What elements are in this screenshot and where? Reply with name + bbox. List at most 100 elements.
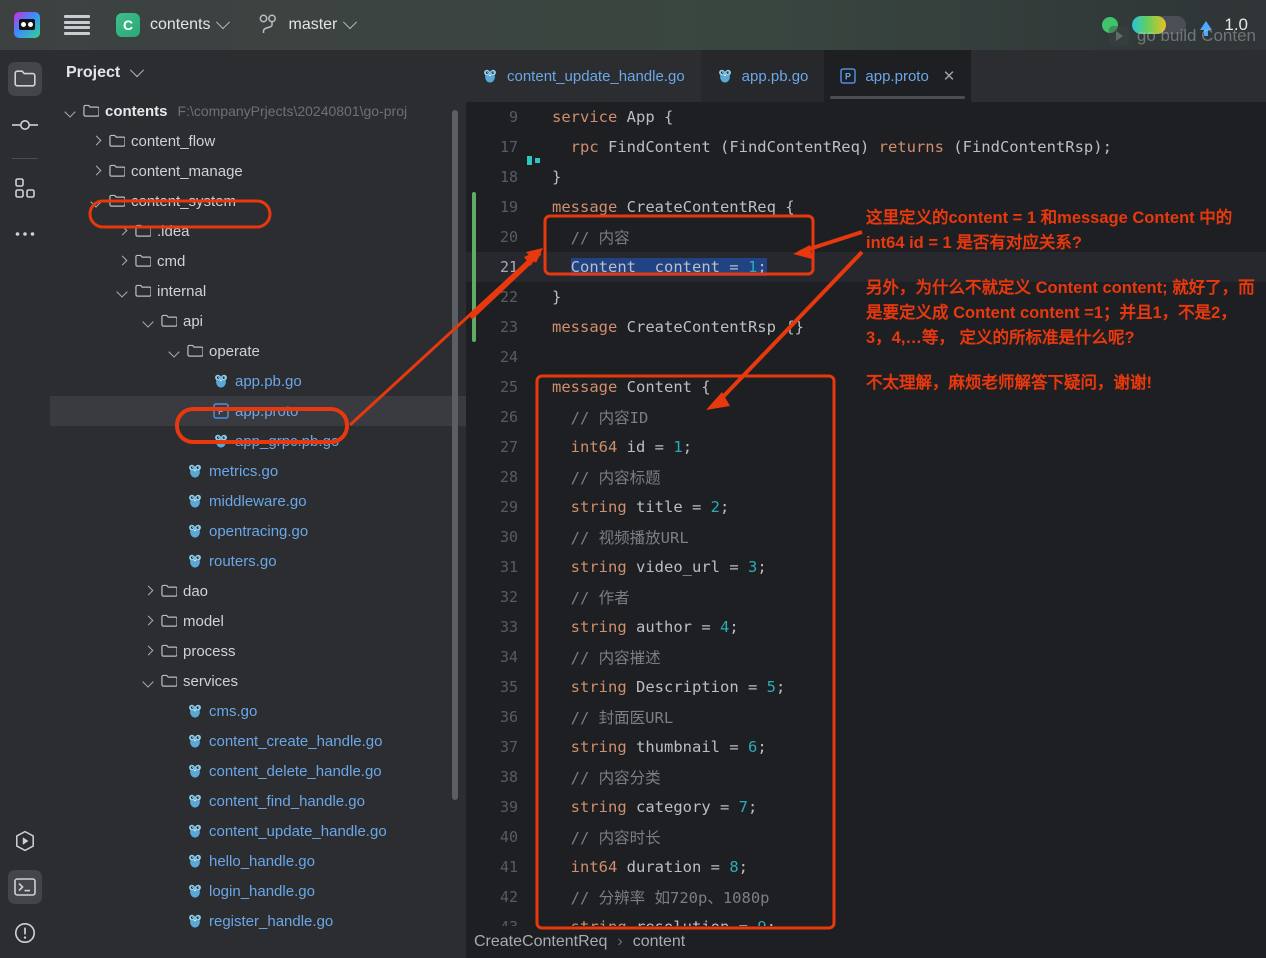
tree-row-api[interactable]: api xyxy=(50,306,466,336)
tree-row-content-manage[interactable]: content_manage xyxy=(50,156,466,186)
code-line-17[interactable]: 17 rpc FindContent (FindContentReq) retu… xyxy=(466,132,1266,165)
more-dots-icon xyxy=(15,232,35,236)
chevron-right-icon[interactable] xyxy=(142,644,156,658)
run-configuration-ghost[interactable]: go build Conten xyxy=(1108,26,1256,46)
chevron-right-icon[interactable] xyxy=(142,614,156,628)
code-token: string xyxy=(570,798,636,816)
tree-row-internal[interactable]: internal xyxy=(50,276,466,306)
chevron-down-icon[interactable] xyxy=(64,104,78,118)
project-selector[interactable]: C contents xyxy=(116,13,231,37)
code-line-36[interactable]: 36 // 封面医URL xyxy=(466,702,1266,732)
tree-row-login-handle-go[interactable]: login_handle.go xyxy=(50,876,466,906)
project-file-tree[interactable]: contents F:\companyPrjects\20240801\go-pr… xyxy=(50,96,466,958)
close-x-icon[interactable]: ✕ xyxy=(943,69,956,84)
code-line-18[interactable]: 18} xyxy=(466,162,1266,192)
code-line-33[interactable]: 33 string author = 4; xyxy=(466,612,1266,642)
breadcrumb[interactable]: CreateContentReq › content xyxy=(466,926,1266,958)
tree-row-cmd[interactable]: cmd xyxy=(50,246,466,276)
sidebar-terminal-button[interactable] xyxy=(8,870,42,904)
sidebar-more-button[interactable] xyxy=(8,217,42,251)
code-line-40[interactable]: 40 // 内容时长 xyxy=(466,822,1266,852)
breadcrumb-item[interactable]: content xyxy=(633,933,685,951)
code-token: string xyxy=(570,678,636,696)
git-branch-selector[interactable]: master xyxy=(258,14,358,36)
sidebar-problems-button[interactable] xyxy=(8,916,42,950)
tree-row-model[interactable]: model xyxy=(50,606,466,636)
code-line-9[interactable]: 9 service App { xyxy=(466,102,1266,132)
folder-icon xyxy=(14,70,36,87)
editor-tab-app-proto[interactable]: Papp.proto ✕ xyxy=(824,50,972,102)
chevron-down-icon[interactable] xyxy=(130,63,145,78)
tree-row-metrics-go[interactable]: metrics.go xyxy=(50,456,466,486)
code-line-38[interactable]: 38 // 内容分类 xyxy=(466,762,1266,792)
chevron-right-icon[interactable] xyxy=(116,254,130,268)
folder-icon xyxy=(187,344,203,357)
chevron-down-icon[interactable] xyxy=(90,194,104,208)
sidebar-commit-button[interactable] xyxy=(8,108,42,142)
tree-row-opentracing-go[interactable]: opentracing.go xyxy=(50,516,466,546)
tree-row-register-handle-go[interactable]: register_handle.go xyxy=(50,906,466,936)
chevron-right-icon[interactable] xyxy=(90,134,104,148)
tree-row-dao[interactable]: dao xyxy=(50,576,466,606)
tree-row-content-update-handle-go[interactable]: content_update_handle.go xyxy=(50,816,466,846)
code-line-30[interactable]: 30 // 视频播放URL xyxy=(466,522,1266,552)
code-line-39[interactable]: 39 string category = 7; xyxy=(466,792,1266,822)
hamburger-menu-icon[interactable] xyxy=(64,15,90,35)
tree-item-label: cms.go xyxy=(209,702,258,720)
tree-row-services[interactable]: services xyxy=(50,666,466,696)
code-token: returns xyxy=(878,138,954,156)
tree-row-cms-go[interactable]: cms.go xyxy=(50,696,466,726)
tree-row-app-proto[interactable]: Papp.proto xyxy=(50,396,466,426)
code-line-42[interactable]: 42 // 分辨率 如720p、1080p xyxy=(466,882,1266,912)
chevron-down-icon[interactable] xyxy=(168,344,182,358)
chevron-down-icon[interactable] xyxy=(116,284,130,298)
tree-row-hello-handle-go[interactable]: hello_handle.go xyxy=(50,846,466,876)
tree-row-process[interactable]: process xyxy=(50,636,466,666)
project-panel-scrollbar[interactable] xyxy=(452,110,458,800)
terminal-icon xyxy=(14,878,36,896)
chevron-right-icon[interactable] xyxy=(116,224,130,238)
code-line-35[interactable]: 35 string Description = 5; xyxy=(466,672,1266,702)
tree-row-routers-go[interactable]: routers.go xyxy=(50,546,466,576)
code-line-32[interactable]: 32 // 作者 xyxy=(466,582,1266,612)
editor-tab-bar[interactable]: content_update_handle.go app.pb.go Papp.pr… xyxy=(466,50,1266,102)
tree-row-middleware-go[interactable]: middleware.go xyxy=(50,486,466,516)
vcs-change-marker[interactable] xyxy=(472,192,476,342)
chevron-right-icon[interactable] xyxy=(142,584,156,598)
code-line-31[interactable]: 31 string video_url = 3; xyxy=(466,552,1266,582)
code-token: Content content = xyxy=(570,258,748,276)
code-line-28[interactable]: 28 // 内容标题 xyxy=(466,462,1266,492)
sidebar-structure-button[interactable] xyxy=(8,171,42,205)
chevron-down-icon[interactable] xyxy=(142,674,156,688)
tree-row-content-create-handle-go[interactable]: content_create_handle.go xyxy=(50,726,466,756)
sidebar-run-button[interactable] xyxy=(8,824,42,858)
code-line-41[interactable]: 41 int64 duration = 8; xyxy=(466,852,1266,882)
tree-item-label: metrics.go xyxy=(209,462,279,480)
code-line-34[interactable]: 34 // 内容摧述 xyxy=(466,642,1266,672)
tree-row-app-pb-go[interactable]: app.pb.go xyxy=(50,366,466,396)
tree-row-content-delete-handle-go[interactable]: content_delete_handle.go xyxy=(50,756,466,786)
editor-tab-content-update-handle-go[interactable]: content_update_handle.go xyxy=(466,50,701,102)
editor-tab-app-pb-go[interactable]: app.pb.go xyxy=(700,50,825,102)
code-text: message CreateContentRsp {} xyxy=(552,318,804,336)
code-line-37[interactable]: 37 string thumbnail = 6; xyxy=(466,732,1266,762)
tree-row-content-system[interactable]: content_system xyxy=(50,186,466,216)
code-line-27[interactable]: 27 int64 id = 1; xyxy=(466,432,1266,462)
code-token: string xyxy=(570,498,636,516)
chevron-right-icon[interactable] xyxy=(90,164,104,178)
tree-row-content-find-handle-go[interactable]: content_find_handle.go xyxy=(50,786,466,816)
tree-row-content-flow[interactable]: content_flow xyxy=(50,126,466,156)
tree-row-operate[interactable]: operate xyxy=(50,336,466,366)
go-file-icon xyxy=(189,884,201,898)
code-line-43[interactable]: 43 string resolution = 9; xyxy=(466,912,1266,926)
tree-row--idea[interactable]: .idea xyxy=(50,216,466,246)
tree-row-app-grpc-pb-go[interactable]: app_grpc.pb.go xyxy=(50,426,466,456)
breadcrumb-item[interactable]: CreateContentReq xyxy=(474,933,607,951)
tree-row-contents[interactable]: contents F:\companyPrjects\20240801\go-pr… xyxy=(50,96,466,126)
problems-exclamation-icon xyxy=(15,923,35,943)
sidebar-project-button[interactable] xyxy=(8,62,42,96)
code-line-29[interactable]: 29 string title = 2; xyxy=(466,492,1266,522)
chevron-down-icon[interactable] xyxy=(142,314,156,328)
